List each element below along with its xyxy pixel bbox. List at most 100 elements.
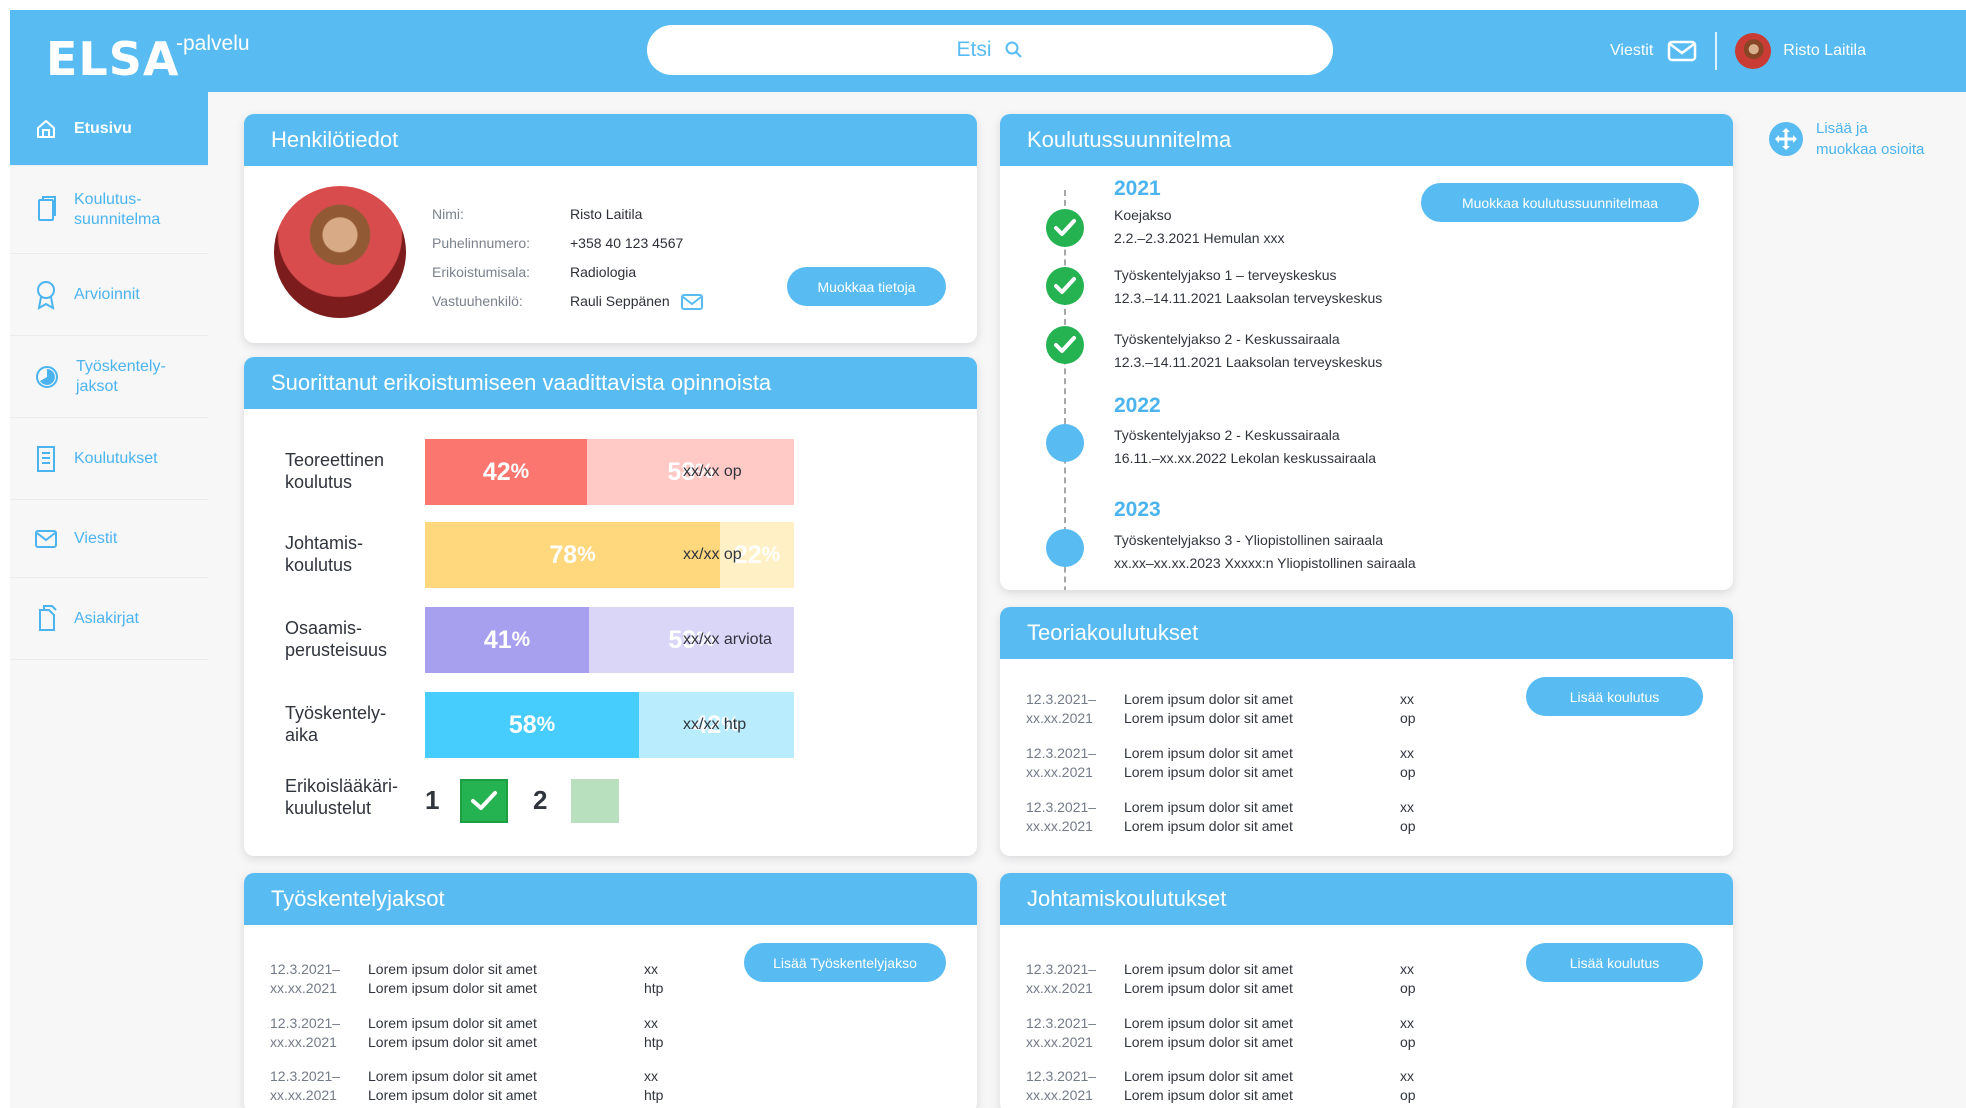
user-avatar[interactable] xyxy=(1735,33,1772,69)
sidebar-item-trainings[interactable]: Koulutukset xyxy=(10,418,208,500)
progress-row-label: Johtamis- koulutus xyxy=(285,533,364,575)
timeline-item-title: Työskentelyjakso 1 – terveyskeskus xyxy=(1114,267,1337,283)
phone-label: Puhelinnumero: xyxy=(432,235,531,251)
timeline-item-detail: 16.11.–xx.xx.2022 Lekolan keskussairaala xyxy=(1114,450,1377,466)
brand-suffix: -palvelu xyxy=(176,32,250,55)
list-amount: xx op xyxy=(1400,745,1416,780)
list-amount: xx htp xyxy=(644,1015,664,1050)
training-plan-title: Koulutussuunnitelma xyxy=(1000,114,1733,166)
brand-logo[interactable]: ELSA xyxy=(46,32,179,86)
studies-progress-title: Suorittanut erikoistumiseen vaadittavist… xyxy=(244,357,977,409)
sidebar-item-label: Viestit xyxy=(74,529,118,547)
exam-number: 1 xyxy=(425,785,440,815)
work-periods-title: Työskentelyjaksot xyxy=(244,873,977,925)
sidebar-item-messages[interactable]: Viestit xyxy=(10,500,208,578)
sidebar-item-home[interactable]: Etusivu xyxy=(10,92,208,166)
progress-row-label: Teoreettinen koulutus xyxy=(285,450,385,492)
specialty-value: Radiologia xyxy=(570,264,637,280)
completed-percent: 42 xyxy=(482,457,511,486)
list-date: 12.3.2021– xx.xx.2021 xyxy=(1026,961,1097,996)
mail-icon[interactable] xyxy=(680,292,704,312)
leadership-trainings-title: Johtamiskoulutukset xyxy=(1000,873,1733,925)
edit-personal-info-button[interactable]: Muokkaa tietoja xyxy=(787,267,946,306)
progress-row-unit: xx/xx op xyxy=(683,463,742,480)
supervisor-value-row: Rauli Seppänen xyxy=(570,287,704,316)
list-date: 12.3.2021– xx.xx.2021 xyxy=(1026,799,1097,834)
list-title: Lorem ipsum dolor sit amet Lorem ipsum d… xyxy=(368,1015,537,1050)
user-name[interactable]: Risto Laitila xyxy=(1783,42,1866,60)
supervisor-value: Rauli Seppänen xyxy=(570,293,670,309)
list-amount: xx op xyxy=(1400,691,1416,726)
personal-info-title: Henkilötiedot xyxy=(244,114,977,166)
sidebar-item-label: Työskentely- jaksot xyxy=(76,357,166,395)
completed-percent: 58 xyxy=(508,710,537,739)
personal-info-values: Risto Laitila +358 40 123 4567 Radiologi… xyxy=(570,200,704,316)
work-periods-card: Työskentelyjaksot Lisää Työskentelyjakso… xyxy=(244,873,977,1108)
progress-row-label: Työskentely- aika xyxy=(285,703,387,745)
timeline-item[interactable]: Työskentelyjakso 2 - Keskussairaala 16.1… xyxy=(1114,424,1376,470)
list-date: 12.3.2021– xx.xx.2021 xyxy=(270,961,341,996)
progress-row-label: Osaamis- perusteisuus xyxy=(285,618,388,660)
exam-number: 2 xyxy=(533,785,548,815)
messages-link[interactable]: Viestit xyxy=(1610,39,1697,63)
add-leadership-training-button[interactable]: Lisää koulutus xyxy=(1526,943,1703,982)
list-amount: xx op xyxy=(1400,1068,1416,1103)
sidebar-item-label: Koulutukset xyxy=(74,449,158,467)
timeline-item[interactable]: Työskentelyjakso 3 - Yliopistollinen sai… xyxy=(1114,529,1416,575)
list-amount: xx op xyxy=(1400,961,1416,996)
sidebar-item-label: Koulutus- suunnitelma xyxy=(74,190,161,228)
move-icon xyxy=(1768,118,1804,160)
sidebar-item-label: Etusivu xyxy=(74,119,132,137)
timeline-item-detail: 12.3.–14.11.2021 Laaksolan terveyskeskus xyxy=(1114,290,1383,306)
timeline-year: 2022 xyxy=(1114,394,1161,417)
exam-2-checkbox[interactable] xyxy=(571,779,619,823)
exam-1-checkbox[interactable] xyxy=(460,779,508,823)
timeline-item[interactable]: Koejakso 2.2.–2.3.2021 Hemulan xxx xyxy=(1114,204,1284,250)
sidebar-item-evaluations[interactable]: Arvioinnit xyxy=(10,254,208,336)
phone-value: +358 40 123 4567 xyxy=(570,235,684,251)
list-amount: xx htp xyxy=(644,961,664,996)
leadership-trainings-card: Johtamiskoulutukset Lisää koulutus 12.3.… xyxy=(1000,873,1733,1108)
personal-info-labels: Nimi: Puhelinnumero: Erikoistumisala: Va… xyxy=(432,200,530,316)
edit-sections-button[interactable]: Lisää ja muokkaa osioita xyxy=(1768,118,1924,160)
completed-step-icon xyxy=(1046,326,1084,364)
exam-label: Erikoislääkäri- kuulustelut xyxy=(285,776,399,818)
upcoming-step-icon xyxy=(1046,424,1084,462)
completed-step-icon xyxy=(1046,267,1084,305)
progress-completed-bar: 58% xyxy=(425,692,639,758)
theoretical-training-row: Teoreettinen koulutus 42% 58% xx/xx op xyxy=(285,439,925,505)
document-copy-icon xyxy=(34,195,58,224)
add-work-period-button[interactable]: Lisää Työskentelyjakso xyxy=(744,943,946,982)
timeline-item[interactable]: Työskentelyjakso 1 – terveyskeskus 12.3.… xyxy=(1114,264,1382,310)
account-separator xyxy=(1715,32,1718,70)
timeline-item[interactable]: Työskentelyjakso 2 - Keskussairaala 12.3… xyxy=(1114,328,1382,374)
account-area: Viestit Risto Laitila xyxy=(1610,32,1866,70)
sidebar-item-documents[interactable]: Asiakirjat xyxy=(10,578,208,660)
edit-training-plan-button[interactable]: Muokkaa koulutussuunnitelmaa xyxy=(1421,183,1699,222)
list-amount: xx htp xyxy=(644,1068,664,1103)
upcoming-step-icon xyxy=(1046,529,1084,567)
sidebar-item-label: Arvioinnit xyxy=(74,285,140,303)
sidebar-item-work-periods[interactable]: Työskentely- jaksot xyxy=(10,336,208,418)
sidebar-item-training-plan[interactable]: Koulutus- suunnitelma xyxy=(10,166,208,254)
completed-percent: 41 xyxy=(483,625,512,654)
list-title: Lorem ipsum dolor sit amet Lorem ipsum d… xyxy=(1124,961,1293,996)
completed-percent: 78 xyxy=(549,540,578,569)
progress-completed-bar: 42% xyxy=(425,439,587,505)
progress-completed-bar: 78% xyxy=(425,522,720,588)
progress-row-unit: xx/xx op xyxy=(683,546,742,563)
personal-info-card: Henkilötiedot Nimi: Puhelinnumero: Eriko… xyxy=(244,114,977,343)
award-icon xyxy=(34,280,58,310)
leadership-training-row: Johtamis- koulutus 78% 22% xx/xx op xyxy=(285,522,925,588)
list-date: 12.3.2021– xx.xx.2021 xyxy=(1026,1068,1097,1103)
add-theory-training-button[interactable]: Lisää koulutus xyxy=(1526,677,1703,716)
timeline-item-title: Työskentelyjakso 2 - Keskussairaala xyxy=(1114,331,1340,347)
search-input[interactable]: Etsi xyxy=(647,25,1333,75)
competence-based-row: Osaamis- perusteisuus 41% 59% xx/xx arvi… xyxy=(285,607,925,673)
messages-label: Viestit xyxy=(1610,42,1654,59)
list-title: Lorem ipsum dolor sit amet Lorem ipsum d… xyxy=(1124,745,1293,780)
notebook-icon xyxy=(34,445,58,473)
supervisor-label: Vastuuhenkilö: xyxy=(432,293,523,309)
mail-icon xyxy=(34,528,58,550)
search-placeholder: Etsi xyxy=(956,38,992,61)
